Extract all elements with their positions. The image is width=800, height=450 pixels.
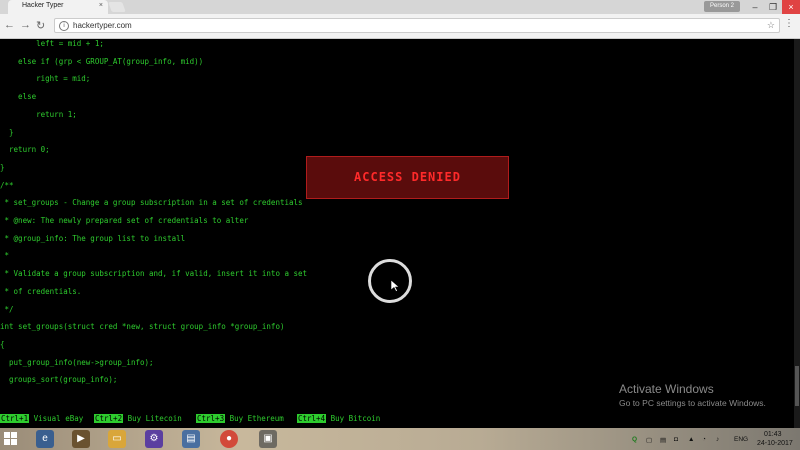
navigation-bar: ← → ↻ i hackertyper.com ☆ ⋮ — [0, 14, 800, 39]
code-line: right = mid; — [0, 74, 91, 84]
tab-hacker-typer[interactable]: Hacker Typer × — [8, 0, 108, 14]
close-window-button[interactable]: × — [782, 0, 800, 14]
tray-app-icon[interactable]: ▢ — [646, 436, 652, 444]
code-line: else if (grp < GROUP_AT(group_info, mid)… — [0, 56, 204, 66]
shortcut-label: Buy Bitcoin — [326, 414, 381, 423]
mouse-pointer-icon — [391, 280, 400, 292]
code-line: groups_sort(group_info); — [0, 375, 118, 385]
code-line: * set_groups - Change a group subscripti… — [0, 198, 303, 208]
activate-windows-subtitle: Go to PC settings to activate Windows. — [619, 398, 766, 408]
address-bar[interactable]: i hackertyper.com ☆ — [54, 18, 780, 33]
shortcut-label: Visual eBay — [29, 414, 84, 423]
clock-date[interactable]: 24-10-2017 — [757, 440, 793, 447]
bookmark-star-icon[interactable]: ☆ — [767, 20, 775, 31]
hacker-typer-console[interactable]: left = mid + 1; else if (grp < GROUP_AT(… — [0, 39, 794, 428]
code-line: { — [0, 339, 5, 349]
code-line: put_group_info(new->group_info); — [0, 357, 154, 367]
internet-explorer-icon[interactable]: e — [36, 430, 54, 448]
code-line: int set_groups(struct cred *new, struct … — [0, 322, 285, 332]
shortcut-label: Buy Litecoin — [123, 414, 182, 423]
restore-button[interactable]: ❐ — [764, 0, 782, 14]
code-line: * @new: The newly prepared set of creden… — [0, 216, 249, 225]
menu-icon[interactable]: ⋮ — [784, 18, 794, 29]
footer-shortcut-litecoin[interactable]: Ctrl+2 Buy Litecoin — [94, 414, 182, 423]
settings-gear-icon[interactable]: ⚙ — [145, 430, 163, 448]
footer-shortcut-bitcoin[interactable]: Ctrl+4 Buy Bitcoin — [297, 414, 380, 423]
shortcut-key: Ctrl+2 — [94, 414, 124, 423]
code-line: * — [0, 251, 10, 261]
scrollbar-thumb[interactable] — [795, 366, 799, 406]
tab-close-icon[interactable]: × — [99, 2, 103, 9]
language-indicator[interactable]: ENG — [734, 436, 748, 443]
site-info-icon[interactable]: i — [59, 21, 69, 31]
reload-icon[interactable]: ↻ — [36, 19, 45, 32]
volume-icon[interactable]: ♪ — [716, 436, 719, 443]
clock-time[interactable]: 01:43 — [764, 431, 782, 438]
profile-button[interactable]: Person 2 — [704, 1, 740, 12]
wifi-icon[interactable]: ◔ — [702, 436, 706, 443]
code-line: } — [0, 127, 14, 137]
media-player-icon[interactable]: ▶ — [72, 430, 90, 448]
tray-app-icon[interactable]: Q — [632, 436, 637, 443]
code-line: */ — [0, 304, 14, 314]
activate-windows-title: Activate Windows — [619, 382, 714, 396]
show-hidden-icons-icon[interactable]: ▲ — [688, 436, 694, 443]
code-line: return 1; — [0, 109, 77, 119]
tab-title: Hacker Typer — [22, 2, 64, 9]
shortcut-label: Buy Ethereum — [225, 414, 284, 423]
access-denied-alert: ACCESS DENIED — [306, 156, 509, 199]
shortcut-key: Ctrl+4 — [297, 414, 327, 423]
windows-start-icon[interactable] — [4, 432, 18, 446]
code-line: * @group_info: The group list to install — [0, 233, 186, 243]
app-icon[interactable]: ▤ — [182, 430, 200, 448]
minimize-button[interactable]: – — [746, 0, 764, 14]
click-highlight-ring — [368, 259, 412, 303]
url-text[interactable]: hackertyper.com — [73, 21, 132, 30]
shortcut-key: Ctrl+3 — [196, 414, 226, 423]
chrome-icon[interactable]: ● — [220, 430, 238, 448]
tray-app-icon[interactable]: ◘ — [674, 436, 678, 443]
file-explorer-icon[interactable]: ▭ — [108, 430, 126, 448]
forward-arrow-icon[interactable]: → — [20, 19, 31, 31]
back-arrow-icon[interactable]: ← — [4, 19, 15, 31]
footer-shortcut-ethereum[interactable]: Ctrl+3 Buy Ethereum — [196, 414, 284, 423]
shortcut-key: Ctrl+1 — [0, 414, 30, 423]
code-line: return 0; — [0, 145, 50, 155]
tray-app-icon[interactable]: ▤ — [660, 436, 666, 444]
code-line: * Validate a group subscription and, if … — [0, 269, 308, 279]
footer-shortcut-ebay[interactable]: Ctrl+1 Visual eBay — [0, 414, 83, 423]
code-line: } — [0, 162, 5, 172]
code-line: left = mid + 1; — [0, 39, 104, 48]
code-line: else — [0, 92, 37, 102]
code-line: /** — [0, 180, 14, 190]
code-line: * of credentials. — [0, 286, 82, 296]
app-icon[interactable]: ▣ — [259, 430, 277, 448]
